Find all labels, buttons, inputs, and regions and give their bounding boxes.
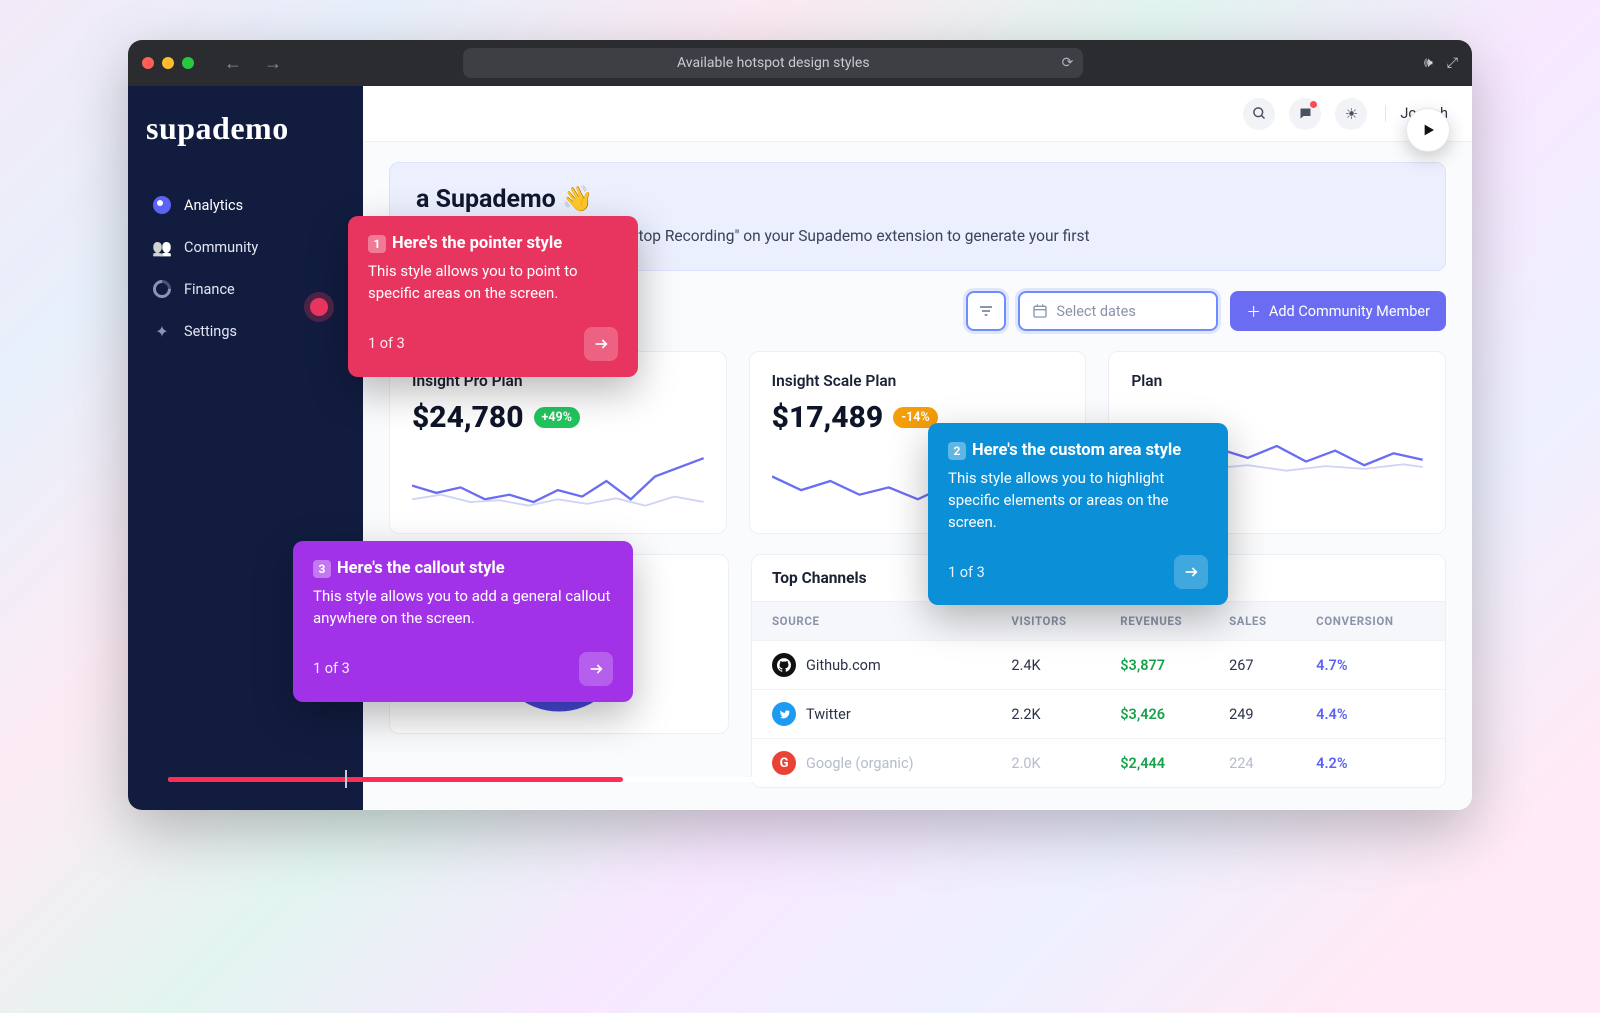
sidebar-item-settings[interactable]: Settings [146, 313, 345, 349]
callout-body: This style allows you to add a general c… [313, 586, 613, 630]
browser-chrome: ← → Available hotspot design styles ⟳ 🕪 … [128, 40, 1472, 86]
address-bar-title: Available hotspot design styles [677, 55, 870, 71]
step-number-badge: 2 [948, 442, 966, 460]
callout-pointer-style: 1 Here's the pointer style This style al… [348, 216, 638, 377]
cell-conversion: 4.2% [1316, 755, 1425, 772]
cell-revenue: $3,426 [1120, 706, 1229, 723]
date-range-input[interactable]: Select dates [1018, 291, 1218, 331]
arrow-right-icon [1183, 564, 1199, 580]
cell-source: Github.com [772, 653, 1011, 677]
brand-logo: supademo [146, 110, 345, 147]
callout-body: This style allows you to highlight speci… [948, 468, 1208, 533]
topbar: ☀ Joseph [363, 86, 1472, 142]
sidebar-item-label: Finance [184, 281, 235, 298]
col-source: SOURCE [772, 614, 1011, 628]
callout-title: Here's the callout style [337, 559, 505, 578]
sidebar-item-label: Community [184, 239, 258, 256]
callout-callout-style: 3 Here's the callout style This style al… [293, 541, 633, 702]
channels-table-header: SOURCE VISITORS REVENUES SALES CONVERSIO… [752, 602, 1445, 640]
card-title: Plan [1131, 372, 1423, 390]
table-row[interactable]: Twitter 2.2K $3,426 249 4.4% [752, 689, 1445, 738]
delta-badge: +49% [534, 407, 580, 428]
banner-title: a Supademo 👋 [416, 185, 1419, 214]
callout-title: Here's the pointer style [392, 234, 562, 253]
plus-icon: ＋ [1246, 301, 1261, 322]
add-community-member-button[interactable]: ＋ Add Community Member [1230, 291, 1446, 331]
app-body: supademo Analytics Community Finance Set… [128, 86, 1472, 810]
cell-revenue: $2,444 [1120, 755, 1229, 772]
notification-dot-icon [1310, 101, 1317, 108]
card-value: $17,489 [772, 400, 884, 435]
analytics-icon [152, 195, 172, 215]
sidebar-item-community[interactable]: Community [146, 229, 345, 265]
callout-body: This style allows you to point to specif… [368, 261, 618, 305]
cell-conversion: 4.4% [1316, 706, 1425, 723]
sidebar-item-label: Settings [184, 323, 237, 340]
date-placeholder: Select dates [1056, 303, 1135, 320]
primary-button-label: Add Community Member [1269, 303, 1430, 320]
cell-source: Twitter [772, 702, 1011, 726]
sidebar-item-analytics[interactable]: Analytics [146, 187, 345, 223]
callout-step: 1 of 3 [368, 335, 405, 352]
chat-button[interactable] [1289, 98, 1321, 130]
filter-icon [978, 303, 994, 319]
play-icon [1420, 122, 1436, 138]
col-visitors: VISITORS [1011, 614, 1120, 628]
card-title: Insight Scale Plan [772, 372, 1064, 390]
metric-cards: Insight Pro Plan $24,780 +49% Insight Sc… [389, 351, 1446, 534]
table-row[interactable]: Github.com 2.4K $3,877 267 4.7% [752, 640, 1445, 689]
col-sales: SALES [1229, 614, 1316, 628]
cell-source: GGoogle (organic) [772, 751, 1011, 775]
address-bar[interactable]: Available hotspot design styles ⟳ [463, 48, 1083, 78]
search-button[interactable] [1243, 98, 1275, 130]
reload-icon[interactable]: ⟳ [1062, 55, 1074, 71]
minimize-window-icon[interactable] [162, 57, 174, 69]
cell-visitors: 2.4K [1011, 657, 1120, 674]
callout-step: 1 of 3 [313, 660, 350, 677]
close-window-icon[interactable] [142, 57, 154, 69]
callout-step: 1 of 3 [948, 564, 985, 581]
cell-visitors: 2.2K [1011, 706, 1120, 723]
video-progress-track[interactable] [168, 777, 1432, 782]
cell-sales: 224 [1229, 755, 1316, 772]
cell-sales: 249 [1229, 706, 1316, 723]
arrow-right-icon [588, 661, 604, 677]
fullscreen-icon[interactable]: ⤢ [1447, 55, 1458, 71]
calendar-icon [1032, 303, 1048, 319]
step-number-badge: 1 [368, 235, 386, 253]
callout-next-button[interactable] [579, 652, 613, 686]
video-progress-fill [168, 777, 623, 782]
cell-sales: 267 [1229, 657, 1316, 674]
community-icon [152, 237, 172, 257]
app-window: ← → Available hotspot design styles ⟳ 🕪 … [128, 40, 1472, 810]
arrow-right-icon [593, 336, 609, 352]
progress-marker-icon [345, 770, 347, 788]
cell-revenue: $3,877 [1120, 657, 1229, 674]
theme-toggle[interactable]: ☀ [1335, 98, 1367, 130]
window-controls [142, 57, 194, 69]
callout-title: Here's the custom area style [972, 441, 1181, 460]
col-conversion: CONVERSION [1316, 614, 1425, 628]
col-revenues: REVENUES [1120, 614, 1229, 628]
cell-visitors: 2.0K [1011, 755, 1120, 772]
volume-icon[interactable]: 🕪 [1424, 55, 1433, 71]
play-demo-button[interactable] [1406, 108, 1450, 152]
callout-custom-area-style: 2 Here's the custom area style This styl… [928, 423, 1228, 605]
finance-icon [152, 279, 172, 299]
step-number-badge: 3 [313, 560, 331, 578]
sidebar-item-label: Analytics [184, 197, 243, 214]
filter-button[interactable] [966, 291, 1006, 331]
sparkline [412, 449, 704, 513]
callout-next-button[interactable] [1174, 555, 1208, 589]
cell-conversion: 4.7% [1316, 657, 1425, 674]
settings-icon [152, 321, 172, 341]
maximize-window-icon[interactable] [182, 57, 194, 69]
back-button[interactable]: ← [218, 53, 248, 74]
metric-card: Insight Pro Plan $24,780 +49% [389, 351, 727, 534]
forward-button[interactable]: → [258, 53, 288, 74]
callout-next-button[interactable] [584, 327, 618, 361]
hotspot-pointer-icon [310, 298, 328, 316]
card-value: $24,780 [412, 400, 524, 435]
banner-title-text: a Supademo 👋 [416, 185, 593, 214]
